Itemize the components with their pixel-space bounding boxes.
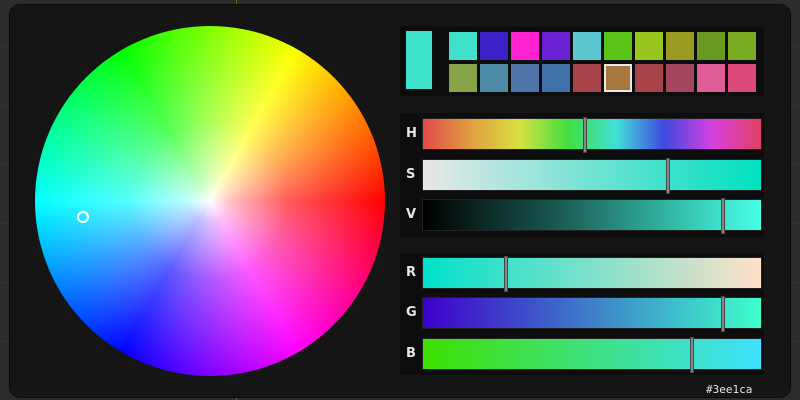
color-wheel[interactable] [35, 26, 385, 376]
swatch[interactable] [697, 32, 725, 60]
swatch[interactable] [604, 64, 632, 92]
slider-row-b: B [400, 338, 764, 372]
hue-slider-handle[interactable] [584, 118, 586, 152]
slider-row-v: V [400, 199, 764, 233]
slider-row-g: G [400, 297, 764, 331]
swatch[interactable] [666, 64, 694, 92]
blue-slider-handle[interactable] [691, 338, 693, 372]
swatch[interactable] [511, 32, 539, 60]
slider-label-g: G [406, 305, 417, 320]
saturation-slider-track[interactable] [422, 159, 762, 193]
blue-slider-track[interactable] [422, 338, 762, 372]
swatch[interactable] [511, 64, 539, 92]
swatch[interactable] [542, 64, 570, 92]
value-slider-track[interactable] [422, 199, 762, 233]
slider-label-b: B [406, 346, 416, 361]
saturation-slider-handle[interactable] [667, 159, 669, 193]
swatch[interactable] [449, 32, 477, 60]
rgb-sliders: R G B [400, 253, 764, 375]
red-slider-handle[interactable] [505, 257, 507, 291]
swatch[interactable] [573, 32, 601, 60]
slider-row-r: R [400, 257, 764, 291]
red-slider-track[interactable] [422, 257, 762, 291]
selector-circle-icon[interactable] [77, 211, 89, 223]
value-slider-handle[interactable] [722, 199, 724, 233]
swatch[interactable] [480, 32, 508, 60]
slider-label-h: H [406, 126, 417, 141]
slider-row-s: S [400, 159, 764, 193]
swatch[interactable] [480, 64, 508, 92]
swatch[interactable] [449, 64, 477, 92]
swatch[interactable] [697, 64, 725, 92]
swatch[interactable] [666, 32, 694, 60]
slider-label-r: R [406, 265, 417, 280]
swatch[interactable] [573, 64, 601, 92]
green-slider-track[interactable] [422, 297, 762, 331]
slider-label-v: V [406, 207, 417, 222]
swatch[interactable] [604, 32, 632, 60]
swatch[interactable] [542, 32, 570, 60]
swatch[interactable] [728, 32, 756, 60]
slider-row-h: H [400, 118, 764, 152]
slider-label-s: S [406, 167, 416, 182]
hex-value-label[interactable]: #3ee1ca [706, 383, 752, 396]
hsv-sliders: H S V [400, 113, 764, 237]
swatch[interactable] [635, 64, 663, 92]
swatch[interactable] [635, 32, 663, 60]
swatch[interactable] [728, 64, 756, 92]
hue-slider-track[interactable] [422, 118, 762, 152]
swatch-grid [449, 32, 756, 92]
current-color-swatch [405, 30, 433, 90]
green-slider-handle[interactable] [722, 297, 724, 331]
